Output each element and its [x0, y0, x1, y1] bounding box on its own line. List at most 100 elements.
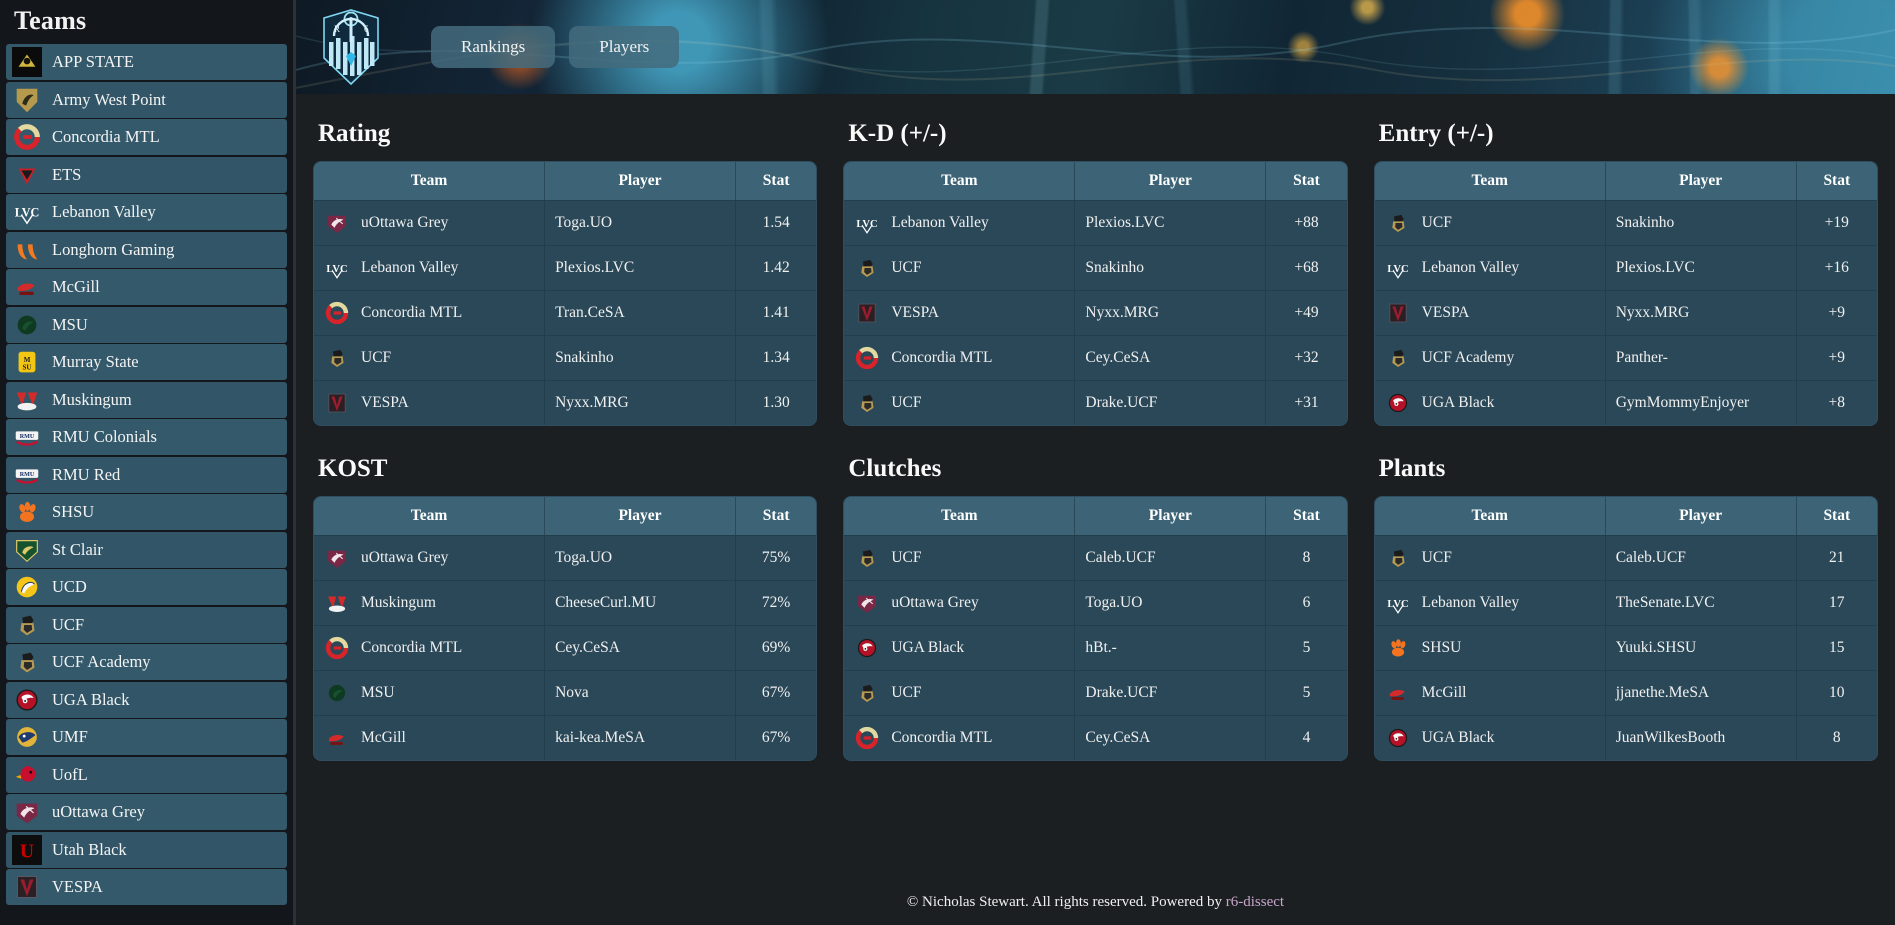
table-row[interactable]: Concordia MTL Tran.CeSA 1.41 [314, 290, 817, 335]
col-header-player[interactable]: Player [1605, 162, 1797, 200]
sidebar-team-label: ETS [52, 164, 82, 184]
nav-tab-players[interactable]: Players [569, 26, 680, 68]
table-row[interactable]: Concordia MTL Cey.CeSA 4 [844, 715, 1347, 760]
r6-shield-logo[interactable]: R 6 [320, 8, 382, 86]
table-row[interactable]: UCF Snakinho +19 [1374, 200, 1877, 245]
team-name-label: UCF [891, 394, 922, 411]
sidebar-team-item[interactable]: LVC Lebanon Valley [6, 194, 287, 230]
sidebar-team-item[interactable]: RMU RMU Colonials [6, 419, 287, 455]
team-logo-icon [324, 545, 350, 571]
team-logo-icon [12, 497, 42, 527]
table-row[interactable]: UCF Caleb.UCF 8 [844, 535, 1347, 580]
table-row[interactable]: VESPA Nyxx.MRG +49 [844, 290, 1347, 335]
sidebar-team-item[interactable]: Army West Point [6, 81, 287, 118]
col-header-team[interactable]: Team [1374, 497, 1606, 535]
team-name-label: uOttawa Grey [361, 214, 449, 231]
team-name-label: uOttawa Grey [891, 594, 979, 611]
table-row[interactable]: Concordia MTL Cey.CeSA 69% [314, 625, 817, 670]
sidebar-team-item[interactable]: UCF Academy [6, 644, 287, 680]
sidebar-team-item[interactable]: UGA Black [6, 681, 287, 718]
table-row[interactable]: LVC Lebanon Valley Plexios.LVC 1.42 [314, 245, 817, 290]
cell-stat: 8 [1266, 535, 1347, 580]
cell-stat: 4 [1266, 715, 1347, 760]
sidebar-team-item[interactable]: UofL [6, 756, 287, 793]
sidebar-team-item[interactable]: Longhorn Gaming [6, 231, 287, 268]
team-logo-icon: LVC [324, 255, 350, 281]
table-row[interactable]: UCF Academy Panther- +9 [1374, 335, 1877, 380]
col-header-team[interactable]: Team [314, 162, 546, 200]
col-header-team[interactable]: Team [1374, 162, 1606, 200]
table-row[interactable]: McGill jjanethe.MeSA 10 [1374, 670, 1877, 715]
table-row[interactable]: UCF Snakinho +68 [844, 245, 1347, 290]
team-logo-icon [324, 680, 350, 706]
table-header-row: Team Player Stat [314, 497, 817, 535]
table-row[interactable]: UGA Black hBt.- 5 [844, 625, 1347, 670]
table-row[interactable]: LVC Lebanon Valley Plexios.LVC +16 [1374, 245, 1877, 290]
sidebar-team-item[interactable]: ETS [6, 156, 287, 193]
sidebar-team-item[interactable]: M SU Murray State [6, 344, 287, 380]
table-row[interactable]: uOttawa Grey Toga.UO 6 [844, 580, 1347, 625]
col-header-team[interactable]: Team [844, 497, 1076, 535]
sidebar-team-item[interactable]: U Utah Black [6, 831, 287, 868]
svg-text:SU: SU [23, 364, 32, 372]
sidebar-team-item[interactable]: St Clair [6, 531, 287, 568]
table-row[interactable]: uOttawa Grey Toga.UO 1.54 [314, 200, 817, 245]
table-row[interactable]: UGA Black JuanWilkesBooth 8 [1374, 715, 1877, 760]
sidebar-team-label: UMF [52, 727, 88, 746]
col-header-stat[interactable]: Stat [1266, 162, 1347, 200]
table-row[interactable]: LVC Lebanon Valley TheSenate.LVC 17 [1374, 580, 1877, 625]
team-logo-icon [1385, 345, 1411, 371]
col-header-stat[interactable]: Stat [735, 162, 817, 200]
sidebar-team-item[interactable]: SHSU [6, 494, 287, 530]
team-logo-icon [12, 722, 42, 752]
col-header-player[interactable]: Player [1075, 162, 1267, 200]
cell-player: jjanethe.MeSA [1605, 670, 1797, 715]
sidebar-team-item[interactable]: UCF [6, 606, 287, 643]
table-row[interactable]: uOttawa Grey Toga.UO 75% [314, 535, 817, 580]
sidebar-team-item[interactable]: APP STATE [6, 44, 287, 80]
sidebar-team-item[interactable]: VESPA [6, 869, 287, 905]
table-row[interactable]: MSU Nova 67% [314, 670, 817, 715]
table-row[interactable]: Concordia MTL Cey.CeSA +32 [844, 335, 1347, 380]
table-row[interactable]: Muskingum CheeseCurl.MU 72% [314, 580, 817, 625]
table-row[interactable]: UCF Drake.UCF 5 [844, 670, 1347, 715]
r6-dissect-link[interactable]: r6-dissect [1226, 894, 1284, 910]
team-logo-icon [854, 545, 880, 571]
col-header-player[interactable]: Player [1605, 497, 1797, 535]
table-row[interactable]: UCF Drake.UCF +31 [844, 380, 1347, 425]
table-row[interactable]: UGA Black GymMommyEnjoyer +8 [1374, 380, 1877, 425]
svg-text:RMU: RMU [20, 434, 35, 440]
col-header-player[interactable]: Player [1075, 497, 1267, 535]
sidebar-team-item[interactable]: MSU [6, 306, 287, 343]
cell-team: UCF [314, 335, 546, 380]
table-row[interactable]: UCF Snakinho 1.34 [314, 335, 817, 380]
table-row[interactable]: McGill kai-kea.MeSA 67% [314, 715, 817, 760]
table-row[interactable]: VESPA Nyxx.MRG 1.30 [314, 380, 817, 425]
col-header-stat[interactable]: Stat [1266, 497, 1347, 535]
team-list: APP STATE Army West Point Concordia MTL ETS… [0, 44, 293, 905]
col-header-player[interactable]: Player [545, 162, 736, 200]
table-row[interactable]: LVC Lebanon Valley Plexios.LVC +88 [844, 200, 1347, 245]
sidebar-team-item[interactable]: UMF [6, 719, 287, 755]
nav-tab-rankings[interactable]: Rankings [431, 26, 556, 68]
table-row[interactable]: VESPA Nyxx.MRG +9 [1374, 290, 1877, 335]
col-header-team[interactable]: Team [844, 162, 1076, 200]
sidebar-team-item[interactable]: Muskingum [6, 381, 287, 418]
cell-team: UGA Black [1374, 715, 1606, 760]
sidebar-team-item[interactable]: McGill [6, 269, 287, 305]
sidebar-team-item[interactable]: RMU RMU Red [6, 456, 287, 493]
sidebar-team-item[interactable]: uOttawa Grey [6, 794, 287, 830]
sidebar-team-item[interactable]: UCD [6, 569, 287, 605]
sidebar-team-label: McGill [52, 277, 100, 296]
col-header-stat[interactable]: Stat [1796, 162, 1877, 200]
col-header-team[interactable]: Team [314, 497, 546, 535]
table-row[interactable]: UCF Caleb.UCF 21 [1374, 535, 1877, 580]
table-row[interactable]: SHSU Yuuki.SHSU 15 [1374, 625, 1877, 670]
col-header-stat[interactable]: Stat [735, 497, 817, 535]
sidebar-team-item[interactable]: Concordia MTL [6, 119, 287, 155]
col-header-stat[interactable]: Stat [1796, 497, 1877, 535]
stat-table: Team Player Stat UCF Caleb.UCF 8 uOttawa Grey T… [844, 497, 1347, 760]
cell-team: LVC Lebanon Valley [844, 200, 1076, 245]
cell-stat: +68 [1266, 245, 1347, 290]
col-header-player[interactable]: Player [545, 497, 736, 535]
